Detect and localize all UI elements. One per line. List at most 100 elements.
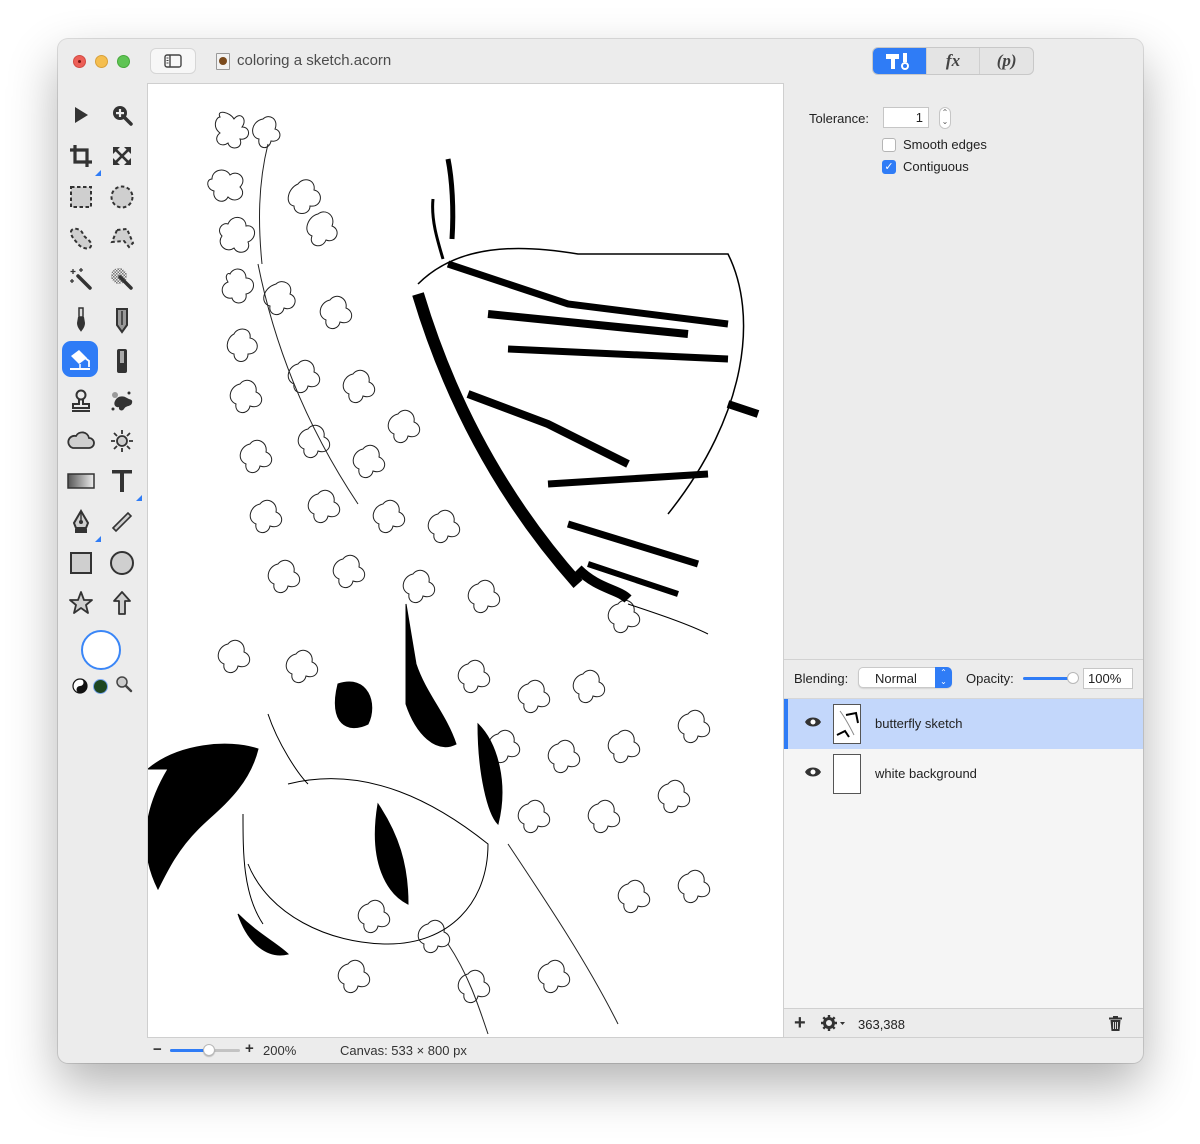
instant-alpha-icon <box>111 268 133 290</box>
zoom-window-button[interactable] <box>117 55 130 68</box>
tool-crop[interactable] <box>63 138 101 176</box>
tool-transform[interactable] <box>104 138 140 174</box>
tool-instant-alpha[interactable] <box>104 261 140 297</box>
tool-polygon-lasso[interactable] <box>104 220 140 256</box>
tool-arrow-shape[interactable] <box>104 585 140 621</box>
contiguous-option[interactable]: ✓ Contiguous <box>882 159 969 174</box>
lasso-icon <box>69 227 93 250</box>
close-button[interactable] <box>73 55 86 68</box>
expand-arrows-icon <box>113 147 131 165</box>
contiguous-checkbox[interactable]: ✓ <box>882 159 896 174</box>
tool-burn[interactable] <box>63 423 99 459</box>
layer-list: butterfly sketch white background <box>784 698 1143 1008</box>
tool-dodge[interactable] <box>104 423 140 459</box>
crop-icon <box>70 145 92 167</box>
fill-color-well[interactable] <box>81 630 121 670</box>
eye-icon[interactable] <box>804 716 822 728</box>
contiguous-label: Contiguous <box>903 159 969 174</box>
arrow-shape-icon <box>113 591 131 615</box>
paint-bucket-icon <box>70 350 90 370</box>
ellipse-marquee-icon <box>110 185 134 209</box>
tool-lasso[interactable] <box>63 220 99 256</box>
tool-brush[interactable] <box>63 302 99 338</box>
tab-properties[interactable]: (p) <box>980 48 1033 74</box>
tool-smudge[interactable] <box>104 383 140 419</box>
tab-tools[interactable] <box>873 48 927 74</box>
gear-icon <box>821 1015 845 1031</box>
zoom-in-button[interactable]: + <box>245 1040 254 1057</box>
toolbox <box>58 83 147 1043</box>
tool-select[interactable] <box>63 97 99 133</box>
add-layer-button[interactable]: + <box>794 1012 806 1035</box>
line-icon <box>111 511 133 533</box>
color-controls <box>72 675 142 697</box>
tolerance-label: Tolerance: <box>809 111 869 126</box>
layers-footer: + 363,388 <box>784 1008 1143 1038</box>
smooth-edges-option[interactable]: Smooth edges <box>882 137 987 152</box>
pencil-icon <box>116 308 128 334</box>
app-window: coloring a sketch.acorn fx (p) − + 200% … <box>58 39 1143 1063</box>
opacity-field[interactable]: 100% <box>1083 668 1133 689</box>
delete-layer-button[interactable] <box>1109 1016 1122 1034</box>
eye-icon[interactable] <box>804 766 822 778</box>
tool-line[interactable] <box>104 504 140 540</box>
window-title: coloring a sketch.acorn <box>237 52 392 69</box>
tool-pen[interactable] <box>63 504 101 542</box>
tool-oval[interactable] <box>104 545 140 581</box>
butterfly-sketch-artwork <box>148 111 760 1035</box>
tool-text[interactable] <box>104 463 142 501</box>
tool-gradient[interactable] <box>63 463 99 499</box>
tool-eraser[interactable] <box>104 343 140 379</box>
zoom-slider-knob[interactable] <box>202 1044 215 1056</box>
title-bar: coloring a sketch.acorn fx (p) <box>58 39 1143 83</box>
swap-colors-icon[interactable] <box>72 678 88 694</box>
minimize-button[interactable] <box>95 55 108 68</box>
opacity-slider-knob[interactable] <box>1067 672 1079 684</box>
layer-name: white background <box>875 766 977 781</box>
submenu-indicator <box>136 495 142 501</box>
zoom-in-icon <box>113 106 133 126</box>
image-canvas[interactable] <box>147 83 784 1038</box>
layer-row[interactable]: butterfly sketch <box>784 699 1143 749</box>
tool-zoom[interactable] <box>104 97 140 133</box>
layer-name: butterfly sketch <box>875 716 963 731</box>
sun-icon <box>111 430 133 452</box>
tool-inspector: Tolerance: 1 ⌃ ⌄ Smooth edges ✓ Contiguou… <box>784 83 1143 659</box>
tool-star[interactable] <box>63 585 99 621</box>
sidebar-toggle-button[interactable] <box>150 48 196 74</box>
tool-rectangle[interactable] <box>63 545 99 581</box>
layer-actions-menu[interactable] <box>821 1015 847 1034</box>
tool-clone-stamp[interactable] <box>63 383 99 419</box>
opacity-slider[interactable] <box>1023 672 1079 684</box>
tool-magic-wand[interactable] <box>63 261 99 297</box>
blending-label: Blending: <box>794 671 849 686</box>
arrow-pointer-icon <box>75 107 88 123</box>
zoom-out-button[interactable]: − <box>153 1041 162 1058</box>
status-bar: − + 200% Canvas: 533 × 800 px <box>147 1038 784 1063</box>
stroke-color-well[interactable] <box>93 679 108 694</box>
layer-thumbnail <box>833 754 861 794</box>
zoom-slider[interactable] <box>170 1044 240 1056</box>
eraser-icon <box>117 349 127 373</box>
tool-rect-select[interactable] <box>63 179 99 215</box>
layer-row[interactable]: white background <box>784 749 1143 799</box>
tool-pencil[interactable] <box>104 302 140 338</box>
tolerance-field[interactable]: 1 <box>883 107 929 128</box>
tool-ellipse-select[interactable] <box>104 179 140 215</box>
submenu-indicator <box>95 536 101 542</box>
trash-icon <box>1109 1016 1122 1031</box>
gradient-icon <box>67 473 95 489</box>
text-icon <box>112 470 132 492</box>
bottom-butterfly <box>148 603 503 956</box>
tab-effects[interactable]: fx <box>927 48 981 74</box>
layers-panel: Blending: Normal ⌃ ⌄ Opacity: 100% butter… <box>784 659 1143 1063</box>
tool-paint-bucket[interactable] <box>62 341 98 377</box>
zoom-level: 200% <box>263 1043 297 1058</box>
smooth-edges-checkbox[interactable] <box>882 137 896 152</box>
layer-thumbnail <box>833 704 861 744</box>
blending-value: Normal <box>875 671 917 686</box>
tolerance-stepper[interactable]: ⌃ ⌄ <box>939 107 951 129</box>
color-picker-magnifier-icon[interactable] <box>115 675 133 693</box>
blending-select[interactable]: Normal ⌃ ⌄ <box>858 667 952 688</box>
hammer-brush-icon <box>886 53 910 70</box>
